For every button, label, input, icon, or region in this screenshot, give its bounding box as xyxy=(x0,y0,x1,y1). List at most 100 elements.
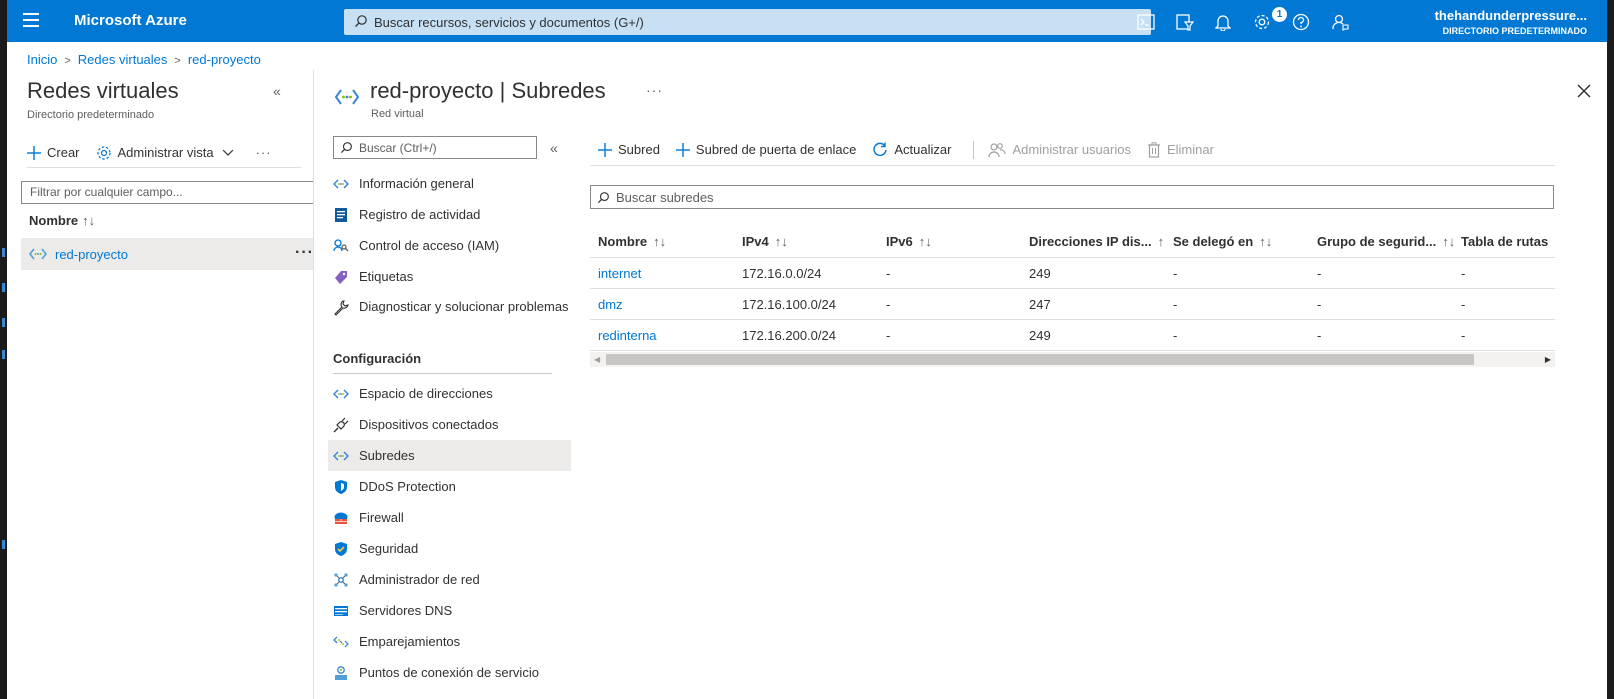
menu-item-label: DDoS Protection xyxy=(359,479,456,494)
manage-users-button[interactable]: Administrar usuarios xyxy=(988,142,1131,158)
menu-item-diagnose[interactable]: Diagnosticar y solucionar problemas xyxy=(328,292,571,338)
cell-ipv4: 172.16.200.0/24 xyxy=(742,327,836,343)
list-item[interactable]: red-proyecto ··· xyxy=(21,238,320,270)
sort-icon: ↑↓ xyxy=(774,234,788,249)
global-search[interactable] xyxy=(344,9,1151,35)
menu-item-label: Espacio de direcciones xyxy=(359,386,493,401)
column-header-security-group[interactable]: Grupo de segurid... ↑↓ xyxy=(1309,234,1453,249)
breadcrumb-virtual-networks[interactable]: Redes virtuales xyxy=(78,52,168,67)
subnets-table: Nombre ↑↓ IPv4 ↑↓ IPv6 ↑↓ Direcciones IP di… xyxy=(590,226,1555,351)
service-endpoint-icon xyxy=(335,665,347,680)
subnet-link[interactable]: dmz xyxy=(598,297,623,312)
column-header-ipv6[interactable]: IPv6 ↑↓ xyxy=(878,234,1021,249)
cell-route-table: - xyxy=(1461,296,1466,312)
settings-icon[interactable] xyxy=(1251,11,1273,33)
cell-available-ips: 249 xyxy=(1029,327,1051,343)
panel-subtitle: Directorio predeterminado xyxy=(27,109,155,121)
column-header-ipv4[interactable]: IPv4 ↑↓ xyxy=(734,234,878,249)
feedback-icon[interactable] xyxy=(1329,11,1351,33)
vnet-icon xyxy=(333,388,349,399)
add-subnet-button[interactable]: Subred xyxy=(598,142,660,157)
help-icon[interactable] xyxy=(1290,11,1312,33)
column-header-route-table[interactable]: Tabla de rutas ↑↓ xyxy=(1453,234,1555,249)
cell-ipv6: - xyxy=(886,296,891,312)
account-menu[interactable]: thehandunderpressure... DIRECTORIO PREDE… xyxy=(1377,8,1612,36)
table-row: dmz 172.16.100.0/24 - 247 - - - xyxy=(590,289,1555,320)
breadcrumb-home[interactable]: Inicio xyxy=(27,52,57,67)
more-options-icon[interactable]: ··· xyxy=(256,145,272,160)
menu-item-label: Subredes xyxy=(359,448,415,463)
horizontal-scrollbar[interactable]: ◀ ▶ xyxy=(590,352,1555,367)
scroll-right-icon[interactable]: ▶ xyxy=(1545,355,1551,364)
notifications-icon[interactable] xyxy=(1212,11,1234,33)
menu-item-connected-devices[interactable]: Dispositivos conectados xyxy=(328,409,571,440)
trash-icon xyxy=(1147,141,1160,158)
breadcrumb: Inicio > Redes virtuales > red-proyecto xyxy=(27,52,261,67)
column-header-delegated[interactable]: Se delegó en ↑↓ xyxy=(1165,234,1309,249)
virtual-network-icon xyxy=(334,89,360,105)
menu-item-address-space[interactable]: Espacio de direcciones xyxy=(328,378,571,409)
hamburger-menu-icon[interactable] xyxy=(23,13,39,27)
menu-item-ddos-protection[interactable]: DDoS Protection xyxy=(328,471,571,502)
sort-icon: ↑↓ xyxy=(1157,234,1165,249)
menu-item-subnets[interactable]: Subredes xyxy=(328,440,571,471)
scroll-left-icon[interactable]: ◀ xyxy=(594,355,600,364)
collapse-panel-icon[interactable]: « xyxy=(273,83,281,99)
cell-ipv6: - xyxy=(886,327,891,343)
cell-delegated: - xyxy=(1173,296,1178,312)
global-search-input[interactable] xyxy=(374,9,1134,35)
refresh-button[interactable]: Actualizar xyxy=(872,142,951,158)
column-header-name[interactable]: Nombre ↑↓ xyxy=(29,213,95,228)
menu-search-input[interactable]: Buscar (Ctrl+/) xyxy=(333,136,537,159)
more-options-icon[interactable]: ··· xyxy=(646,82,663,98)
menu-item-security[interactable]: Seguridad xyxy=(328,533,571,564)
column-header-name[interactable]: Nombre ↑↓ xyxy=(590,234,734,249)
notification-badge: 1 xyxy=(1272,7,1287,22)
chevron-right-icon: > xyxy=(64,55,71,67)
cell-security-group: - xyxy=(1317,265,1322,281)
blade-title: red-proyecto | Subredes xyxy=(370,78,606,104)
azure-brand[interactable]: Microsoft Azure xyxy=(74,12,187,29)
cell-name: redinterna xyxy=(590,328,734,343)
close-icon[interactable] xyxy=(1577,84,1591,98)
menu-item-overview[interactable]: Información general xyxy=(328,168,571,199)
security-shield-icon xyxy=(335,541,347,556)
subnet-search-input[interactable]: Buscar subredes xyxy=(590,185,1554,209)
collapse-menu-icon[interactable]: « xyxy=(550,140,558,156)
menu-item-activity-log[interactable]: Registro de actividad xyxy=(328,199,571,230)
column-label: Tabla de rutas xyxy=(1461,234,1549,249)
scrollbar-thumb[interactable] xyxy=(606,354,1474,365)
menu-item-dns-servers[interactable]: Servidores DNS xyxy=(328,595,571,626)
column-header-available-ips[interactable]: Direcciones IP dis... ↑↓ xyxy=(1021,234,1165,249)
menu-item-service-endpoints[interactable]: Puntos de conexión de servicio xyxy=(328,657,571,688)
subnet-link[interactable]: internet xyxy=(598,266,641,281)
cell-name: dmz xyxy=(590,297,734,312)
add-gateway-subnet-button[interactable]: Subred de puerta de enlace xyxy=(675,142,856,157)
filter-input[interactable]: Filtrar por cualquier campo... xyxy=(21,181,321,204)
menu-item-peerings[interactable]: Emparejamientos xyxy=(328,626,571,657)
breadcrumb-resource[interactable]: red-proyecto xyxy=(188,52,261,67)
menu-item-network-manager[interactable]: Administrador de red xyxy=(328,564,571,595)
menu-search-placeholder: Buscar (Ctrl+/) xyxy=(359,140,437,155)
create-button[interactable]: Crear xyxy=(27,145,80,160)
cell-ipv4: 172.16.100.0/24 xyxy=(742,296,836,312)
plus-icon xyxy=(27,145,41,160)
manage-view-button[interactable]: Administrar vista xyxy=(96,145,240,161)
menu-item-tags[interactable]: Etiquetas xyxy=(328,261,571,292)
list-item-name[interactable]: red-proyecto xyxy=(55,247,128,262)
resource-type: Red virtual xyxy=(371,108,424,120)
menu-item-label: Seguridad xyxy=(359,541,419,556)
subnet-link[interactable]: redinterna xyxy=(598,328,657,343)
peering-icon xyxy=(333,636,349,647)
section-name: Subredes xyxy=(511,78,606,103)
cloud-shell-icon[interactable] xyxy=(1135,11,1157,33)
directory-filter-icon[interactable] xyxy=(1174,11,1196,33)
menu-item-iam[interactable]: Control de acceso (IAM) xyxy=(328,230,571,261)
column-name-label: Nombre xyxy=(29,213,79,228)
menu-item-label: Dispositivos conectados xyxy=(359,417,499,432)
create-label: Crear xyxy=(47,145,80,160)
row-more-icon[interactable]: ··· xyxy=(295,244,314,262)
delete-button[interactable]: Eliminar xyxy=(1147,141,1214,158)
toolbar-divider xyxy=(973,140,975,159)
menu-item-firewall[interactable]: Firewall xyxy=(328,502,571,533)
